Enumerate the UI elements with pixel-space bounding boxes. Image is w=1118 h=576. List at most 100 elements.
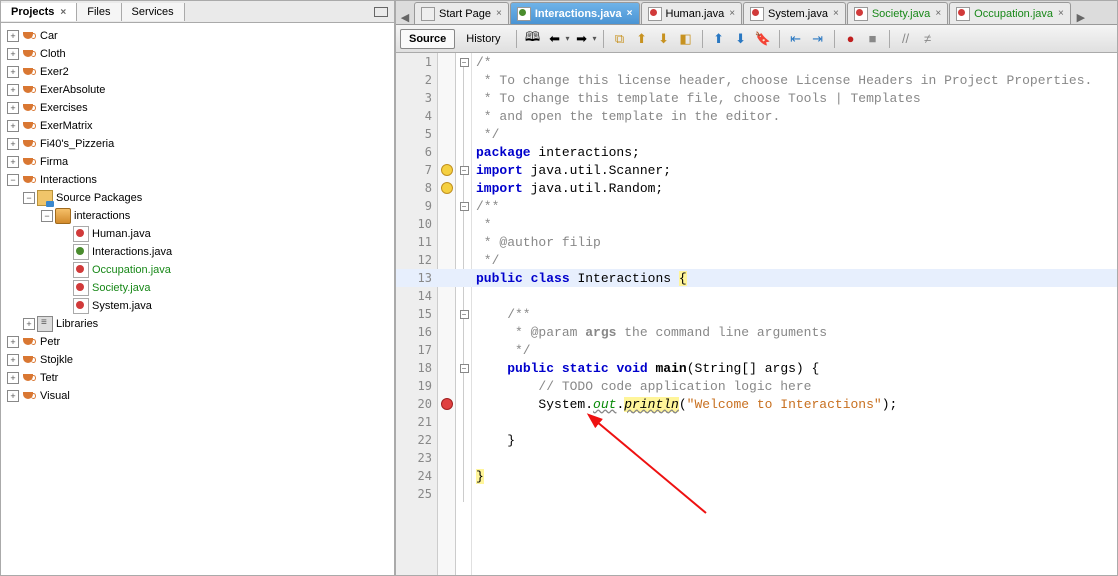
code-line-11[interactable]: 11 * @author filip [396,233,1117,251]
fold[interactable]: − [456,161,472,179]
glyph[interactable] [438,431,456,449]
code-line-7[interactable]: 7−import java.util.Scanner; [396,161,1117,179]
macro-record-icon[interactable]: ● [841,29,861,49]
code-text[interactable]: * @param args the command line arguments [472,325,827,340]
glyph[interactable] [438,305,456,323]
code-text[interactable]: System.out.println("Welcome to Interacti… [472,397,897,412]
last-edit-icon[interactable]: 🕮 [523,29,543,49]
libraries-node[interactable]: +Libraries [3,315,392,333]
glyph[interactable] [438,89,456,107]
code-text[interactable]: /* [472,55,492,70]
code-line-22[interactable]: 22 } [396,431,1117,449]
find-next-icon[interactable]: ⬇ [654,29,674,49]
code-line-18[interactable]: 18− public static void main(String[] arg… [396,359,1117,377]
file-human[interactable]: Human.java [3,225,392,243]
code-text[interactable]: * To change this template file, choose T… [472,91,921,106]
close-icon[interactable]: × [833,8,839,19]
glyph[interactable] [438,341,456,359]
project-exer2[interactable]: +Exer2 [3,63,392,81]
code-line-25[interactable]: 25 [396,485,1117,503]
code-text[interactable]: // TODO code application logic here [472,379,811,394]
close-icon[interactable]: × [1058,8,1064,19]
code-line-2[interactable]: 2 * To change this license header, choos… [396,71,1117,89]
code-text[interactable]: /** [472,307,531,322]
glyph[interactable] [438,125,456,143]
history-button[interactable]: History [457,29,509,49]
bulb-icon[interactable] [441,164,453,176]
file-occupation[interactable]: Occupation.java [3,261,392,279]
project-firma[interactable]: +Firma [3,153,392,171]
file-interactions[interactable]: Interactions.java [3,243,392,261]
fold[interactable]: − [456,53,472,71]
glyph[interactable] [438,71,456,89]
fold[interactable] [456,125,472,143]
glyph[interactable] [438,215,456,233]
scroll-left-icon[interactable]: ◀ [396,11,414,24]
tab-interactions-java[interactable]: Interactions.java× [510,2,640,24]
close-icon[interactable]: × [729,8,735,19]
error-icon[interactable] [441,398,453,410]
code-line-20[interactable]: 20 System.out.println("Welcome to Intera… [396,395,1117,413]
fold[interactable]: − [456,305,472,323]
tab-services[interactable]: Services [122,3,185,21]
comment-icon[interactable]: // [896,29,916,49]
code-line-9[interactable]: 9−/** [396,197,1117,215]
fold[interactable] [456,89,472,107]
next-bookmark-icon[interactable]: ⬇ [731,29,751,49]
source-button[interactable]: Source [400,29,455,49]
code-text[interactable]: /** [472,199,499,214]
project-car[interactable]: +Car [3,27,392,45]
project-petr[interactable]: +Petr [3,333,392,351]
project-visual[interactable]: +Visual [3,387,392,405]
fold[interactable] [456,107,472,125]
glyph[interactable] [438,413,456,431]
project-interactions[interactable]: −Interactions [3,171,392,189]
fold[interactable]: − [456,359,472,377]
code-text[interactable]: } [472,469,484,484]
tab-occupation-java[interactable]: Occupation.java× [949,2,1071,24]
fold[interactable] [456,395,472,413]
code-line-5[interactable]: 5 */ [396,125,1117,143]
projects-tree[interactable]: +Car +Cloth +Exer2 +ExerAbsolute +Exerci… [1,23,394,575]
code-line-19[interactable]: 19 // TODO code application logic here [396,377,1117,395]
code-text[interactable]: */ [472,343,531,358]
code-line-23[interactable]: 23 [396,449,1117,467]
fold[interactable] [456,413,472,431]
code-line-17[interactable]: 17 */ [396,341,1117,359]
glyph[interactable] [438,179,456,197]
prev-bookmark-icon[interactable]: ⬆ [709,29,729,49]
code-text[interactable]: * and open the template in the editor. [472,109,780,124]
glyph[interactable] [438,287,456,305]
tab-files[interactable]: Files [77,3,121,21]
fold[interactable] [456,377,472,395]
tab-start-page[interactable]: Start Page× [414,2,509,24]
code-text[interactable]: public static void main(String[] args) { [472,361,819,376]
project-stojkle[interactable]: +Stojkle [3,351,392,369]
code-line-13[interactable]: 13public class Interactions { [396,269,1117,287]
code-line-21[interactable]: 21 [396,413,1117,431]
fold-toggle-icon[interactable]: − [460,202,469,211]
project-pizzeria[interactable]: +Fi40's_Pizzeria [3,135,392,153]
tab-projects[interactable]: Projects× [1,3,77,21]
scroll-right-icon[interactable]: ▶ [1072,11,1090,24]
code-line-16[interactable]: 16 * @param args the command line argume… [396,323,1117,341]
code-line-8[interactable]: 8import java.util.Random; [396,179,1117,197]
code-text[interactable]: package interactions; [472,145,640,160]
shift-left-icon[interactable]: ⇤ [786,29,806,49]
fold[interactable] [456,233,472,251]
fold[interactable] [456,431,472,449]
glyph[interactable] [438,323,456,341]
fold-toggle-icon[interactable]: − [460,364,469,373]
file-society[interactable]: Society.java [3,279,392,297]
close-icon[interactable]: × [496,8,502,19]
source-packages[interactable]: −Source Packages [3,189,392,207]
glyph[interactable] [438,449,456,467]
fold-toggle-icon[interactable]: − [460,166,469,175]
fold[interactable] [456,323,472,341]
fold[interactable] [456,251,472,269]
code-line-15[interactable]: 15− /** [396,305,1117,323]
fold[interactable] [456,215,472,233]
package-interactions[interactable]: −interactions [3,207,392,225]
code-line-24[interactable]: 24} [396,467,1117,485]
fold[interactable] [456,449,472,467]
